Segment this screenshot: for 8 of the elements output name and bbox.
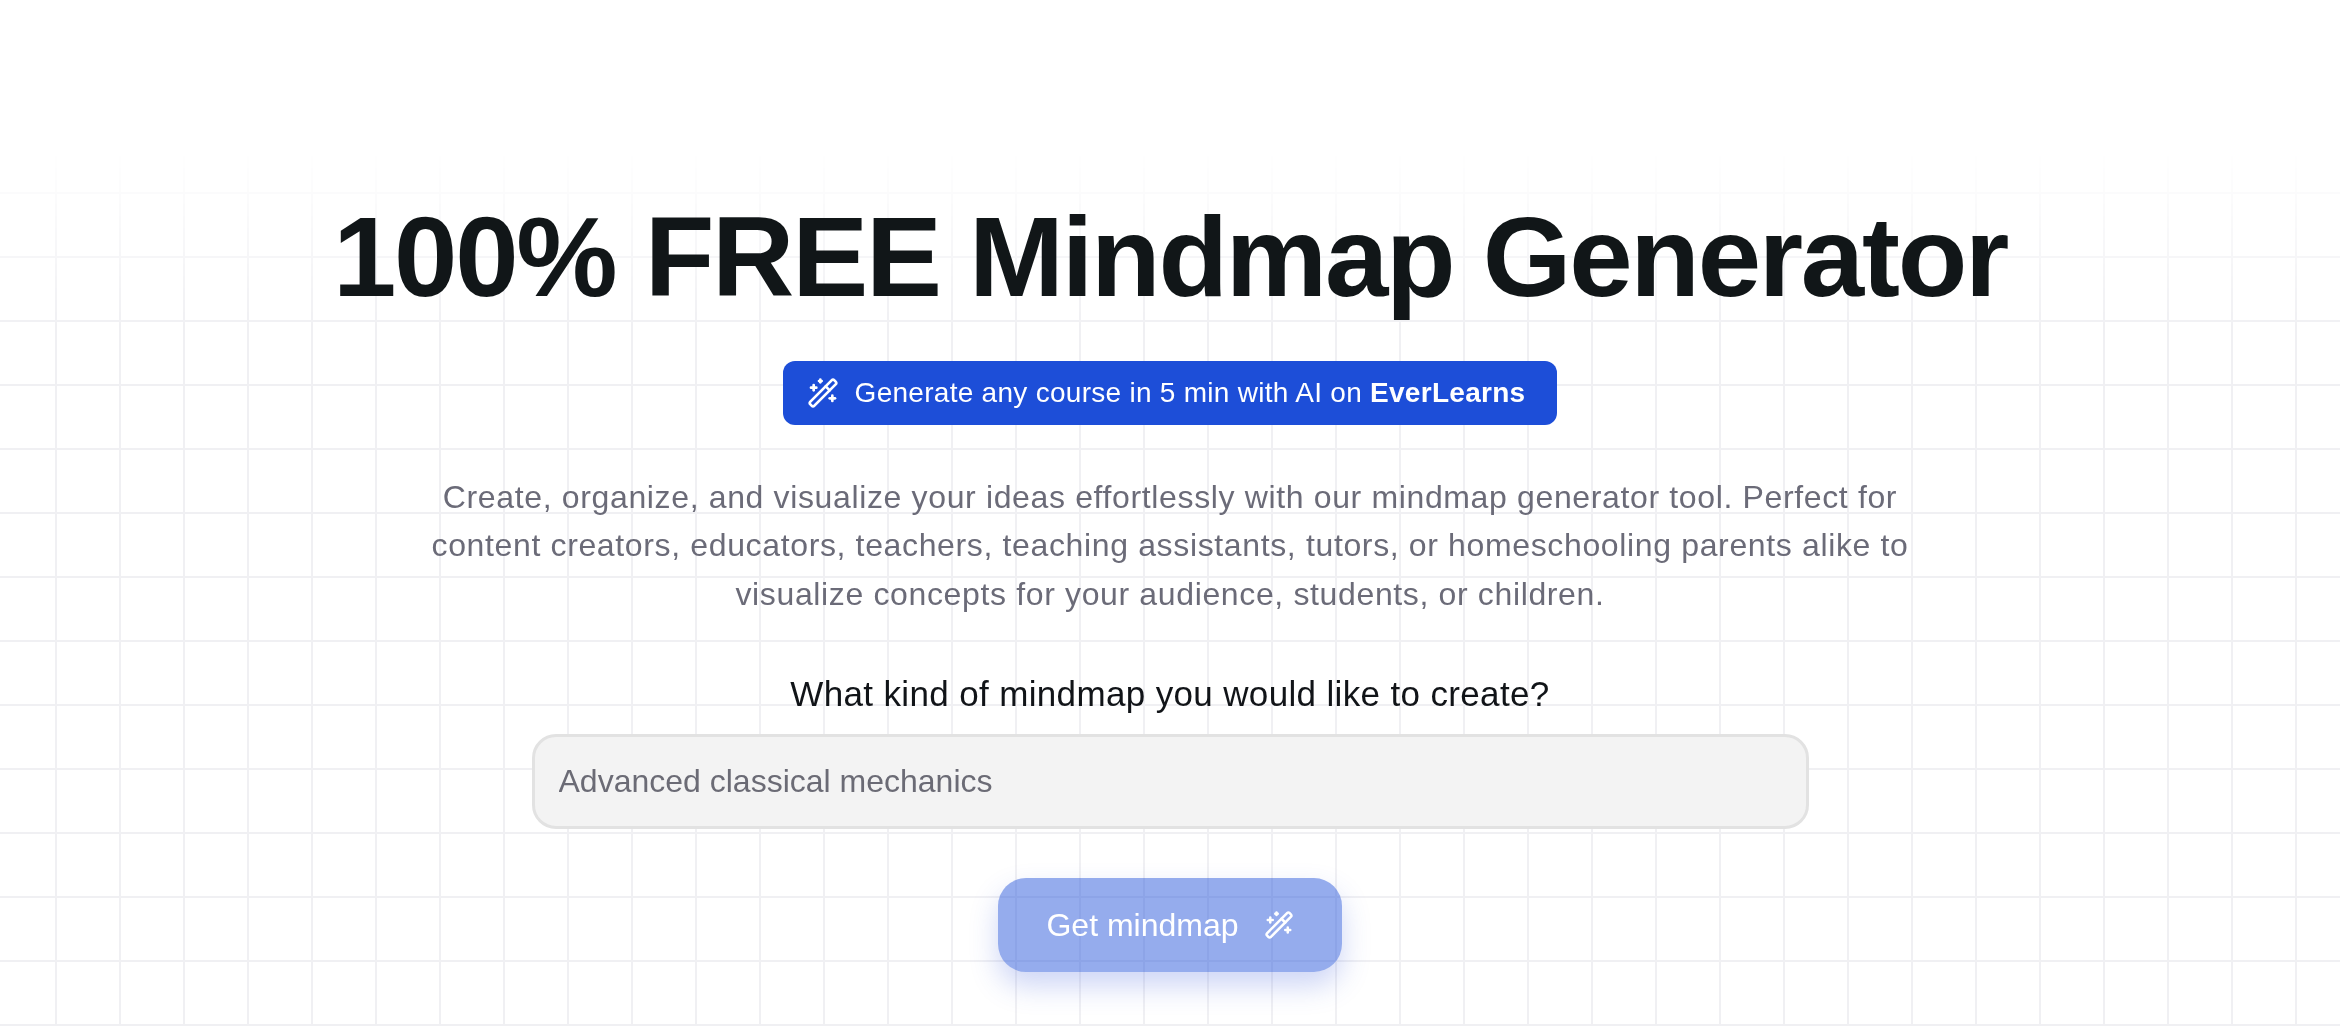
promo-banner[interactable]: Generate any course in 5 min with AI on EverLearns (782, 360, 1558, 425)
promo-text: Generate any course in 5 min with AI on EverLearns (854, 375, 1526, 410)
magic-wand-icon (806, 376, 839, 409)
prompt-label: What kind of mindmap you would like to create? (790, 673, 1550, 716)
topic-input-field[interactable]: Advanced classical mechanics (531, 734, 1809, 830)
description-text: Create, organize, and visualize your ideas effortlessly with our mindmap generator tool. Perfect for content creators, educators, teachers, teaching assistants, tutors, or homeschooling parents alike to visualize concepts for your audience, students, or children. (430, 477, 1910, 614)
page-title: 100% FREE Mindmap Generator (331, 192, 2009, 322)
magic-wand-icon (1263, 910, 1294, 941)
